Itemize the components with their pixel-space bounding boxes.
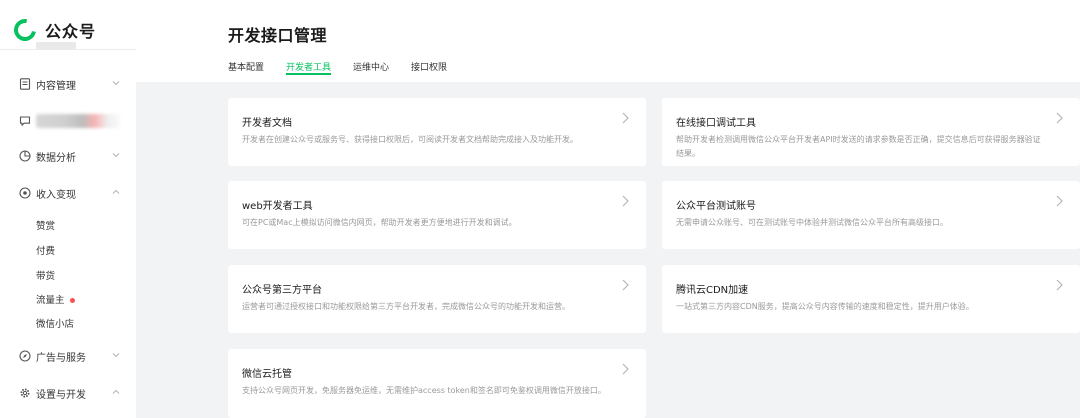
document-icon <box>19 78 31 90</box>
card-developer-docs[interactable]: 开发者文档 开发者在创建公众号或服务号、获得接口权限后，可阅读开发者文档帮助完成… <box>228 98 646 166</box>
card-title: 公众号第三方平台 <box>242 285 322 296</box>
card-title: web开发者工具 <box>242 201 313 212</box>
chevron-up-icon <box>112 189 120 194</box>
sidebar-subitem-wechat-store[interactable]: 微信小店 <box>36 316 74 330</box>
card-description: 运营者可通过授权接口和功能权限给第三方平台开发者，完成微信公众号的功能开发和运营… <box>242 302 570 311</box>
card-title: 腾讯云CDN加速 <box>676 285 749 296</box>
sidebar-item-data-analysis[interactable]: 数据分析 <box>0 145 136 167</box>
card-third-party-platform[interactable]: 公众号第三方平台 运营者可通过授权接口和功能权限给第三方平台开发者，完成微信公众… <box>228 265 646 333</box>
card-description: 帮助开发者检测调用微信公众平台开发者API时发送的请求参数是否正确，提交信息后可… <box>676 135 1041 158</box>
page-title: 开发接口管理 <box>228 26 328 45</box>
sidebar-divider <box>0 49 136 50</box>
card-description: 支持公众号网页开发，免服务器免运维，无需维护access token和签名即可免… <box>242 386 606 395</box>
card-web-dev-tools[interactable]: web开发者工具 可在PC或Mac上模拟访问微信内网页，帮助开发者更方便地进行开… <box>228 181 646 249</box>
tab-developer-tools[interactable]: 开发者工具 <box>286 60 332 75</box>
sidebar-item-content-management[interactable]: 内容管理 <box>0 73 136 95</box>
notification-dot <box>69 298 75 303</box>
chevron-right-icon <box>622 363 629 375</box>
brand-name: 公众号 <box>45 22 97 41</box>
card-title: 开发者文档 <box>242 118 292 129</box>
gear-icon <box>20 388 30 398</box>
tab-ops-center[interactable]: 运维中心 <box>353 60 389 74</box>
card-online-debug-tool[interactable]: 在线接口调试工具 帮助开发者检测调用微信公众平台开发者API时发送的请求参数是否… <box>662 98 1080 166</box>
chat-bubble-icon <box>19 116 31 126</box>
target-icon <box>19 187 31 199</box>
sidebar-item-label: 收入变现 <box>36 189 76 201</box>
sidebar-item-label: 广告与服务 <box>36 352 86 364</box>
card-wechat-cloud-hosting[interactable]: 微信云托管 支持公众号网页开发，免服务器免运维，无需维护access token… <box>228 349 646 418</box>
page-header: 开发接口管理 基本配置 开发者工具 运维中心 接口权限 <box>136 0 1080 82</box>
sidebar-item-label: 内容管理 <box>36 80 76 92</box>
compass-icon <box>19 350 31 362</box>
tab-api-permissions[interactable]: 接口权限 <box>411 60 447 74</box>
sidebar-item-monetization[interactable]: 收入变现 <box>0 182 136 204</box>
card-description: 一站式第三方内容CDN服务，提高公众号内容传输的速度和稳定性，提升用户体验。 <box>676 302 974 311</box>
sidebar-subitem-sell-goods[interactable]: 带货 <box>36 268 55 282</box>
card-description: 开发者在创建公众号或服务号、获得接口权限后，可阅读开发者文档帮助完成接入及功能开… <box>242 135 578 144</box>
chevron-down-icon <box>112 153 120 158</box>
chevron-right-icon <box>1056 112 1063 124</box>
sidebar: 公众号 内容管理 数据分析 收入变现 赞赏 付费 带货 流量主 微信小店 广告与… <box>0 0 136 418</box>
sidebar-item-label: 数据分析 <box>36 152 76 164</box>
card-title: 微信云托管 <box>242 369 292 380</box>
sidebar-item-settings-dev[interactable]: 设置与开发 <box>0 382 136 404</box>
card-test-account[interactable]: 公众平台测试账号 无需申请公众账号、可在测试账号中体验并测试微信公众平台所有高级… <box>662 181 1080 249</box>
sidebar-subitem-label: 流量主 <box>36 295 65 306</box>
sidebar-subitem-appreciation[interactable]: 赞赏 <box>36 218 55 232</box>
chevron-right-icon <box>622 112 629 124</box>
sidebar-subitem-traffic-owner[interactable]: 流量主 <box>36 292 75 306</box>
chevron-down-icon <box>112 81 120 86</box>
blurred-label <box>36 114 120 128</box>
tab-basic-config[interactable]: 基本配置 <box>228 60 264 74</box>
card-tencent-cdn[interactable]: 腾讯云CDN加速 一站式第三方内容CDN服务，提高公众号内容传输的速度和稳定性，… <box>662 265 1080 333</box>
chevron-up-icon <box>112 389 120 394</box>
wechat-logo-icon <box>9 14 41 46</box>
chevron-right-icon <box>1056 279 1063 291</box>
card-title: 在线接口调试工具 <box>676 118 756 129</box>
sidebar-subitem-paid[interactable]: 付费 <box>36 243 55 257</box>
chevron-right-icon <box>622 279 629 291</box>
card-description: 可在PC或Mac上模拟访问微信内网页，帮助开发者更方便地进行开发和调试。 <box>242 218 517 227</box>
main-content: 开发接口管理 基本配置 开发者工具 运维中心 接口权限 开发者文档 开发者在创建… <box>136 0 1080 418</box>
chevron-down-icon <box>112 353 120 358</box>
brand-logo[interactable]: 公众号 <box>9 14 97 46</box>
chevron-right-icon <box>1056 195 1063 207</box>
sidebar-item-ads-services[interactable]: 广告与服务 <box>0 345 136 367</box>
card-description: 无需申请公众账号、可在测试账号中体验并测试微信公众平台所有高级接口。 <box>676 218 948 227</box>
card-title: 公众平台测试账号 <box>676 201 756 212</box>
sidebar-item-label: 设置与开发 <box>36 389 86 401</box>
chevron-right-icon <box>622 195 629 207</box>
pie-chart-icon <box>19 150 31 162</box>
